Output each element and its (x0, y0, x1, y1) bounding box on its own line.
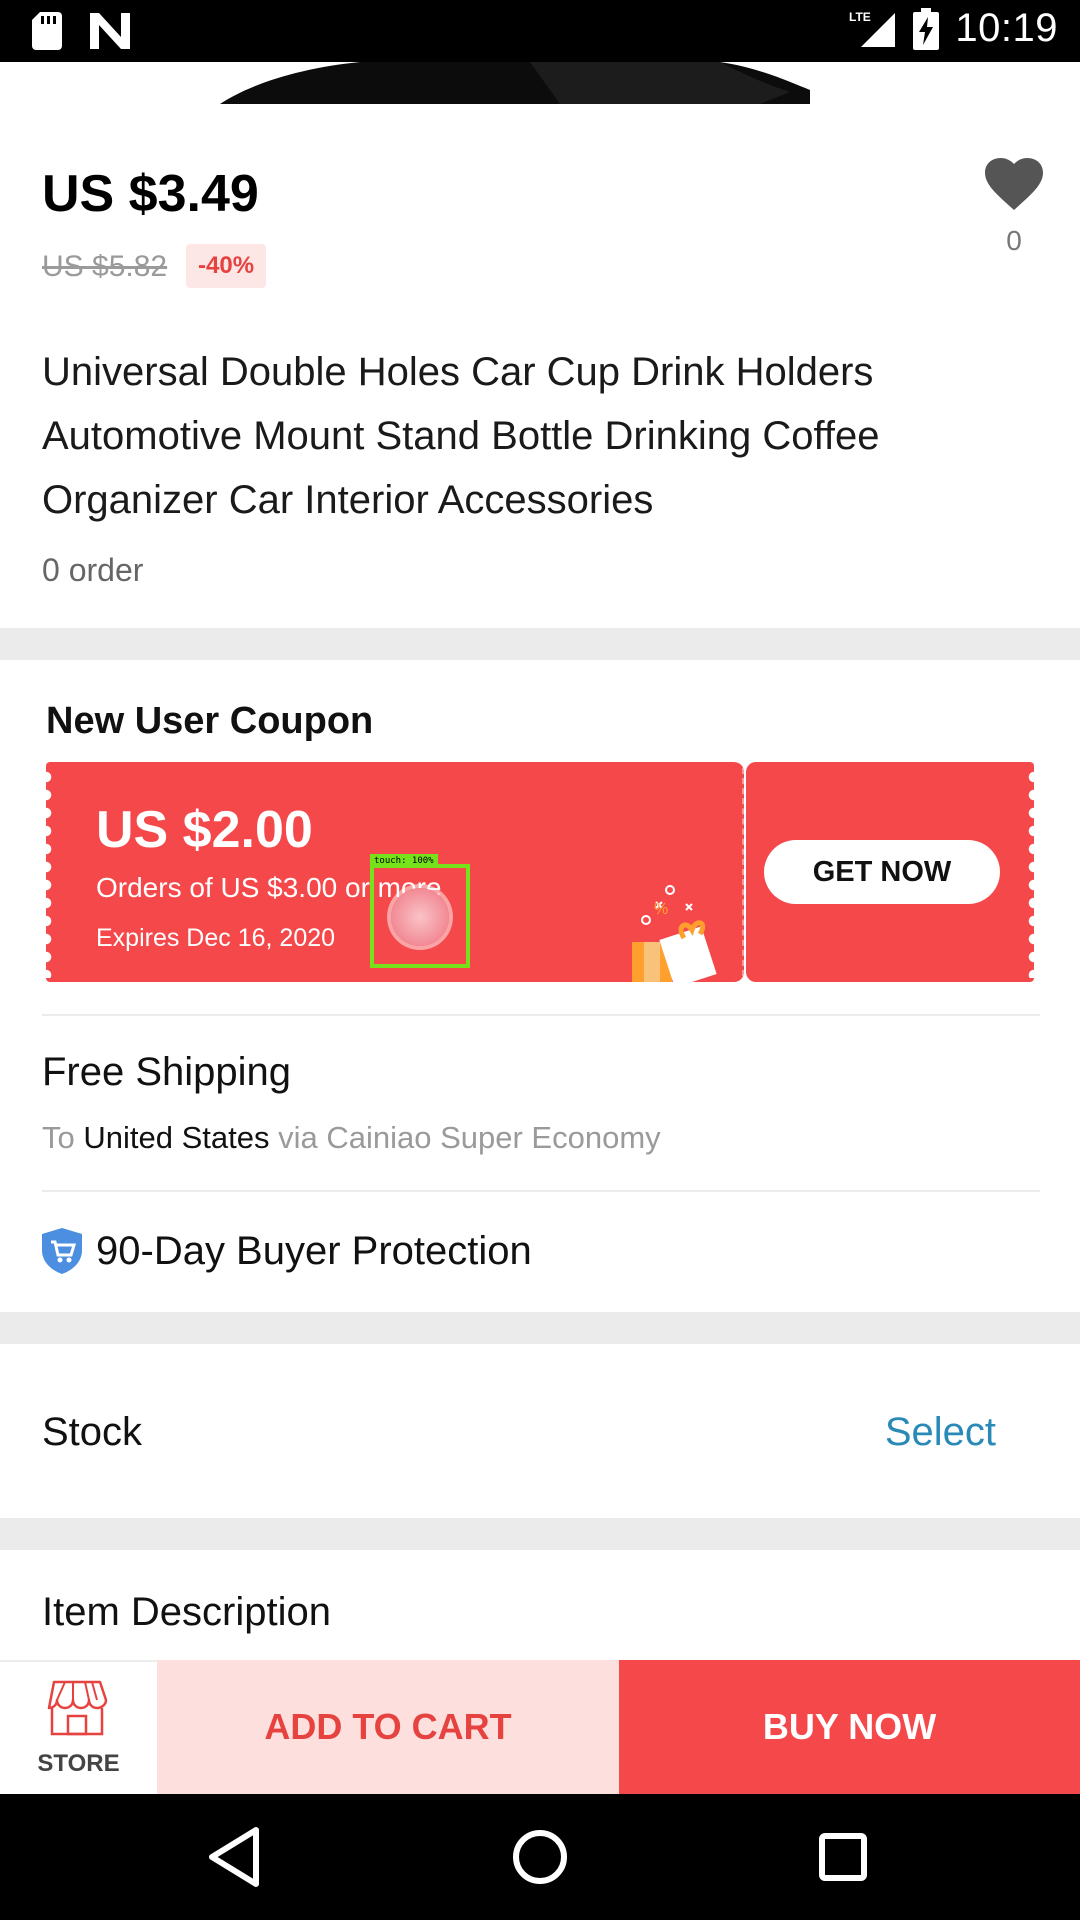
heart-icon (985, 158, 1043, 210)
notification-n-icon (90, 13, 130, 49)
divider (42, 1190, 1040, 1192)
svg-text:LTE: LTE (849, 10, 871, 24)
shipping-to: To (42, 1120, 75, 1155)
shipping-destination: United States (83, 1120, 270, 1155)
original-price: US $5.82 (42, 250, 168, 283)
coupon-section: New User Coupon US $2.00 Orders of US $3… (0, 660, 1080, 1312)
buyer-protection[interactable]: 90-Day Buyer Protection (42, 1228, 532, 1274)
coupon-heading: New User Coupon (46, 700, 374, 742)
add-to-cart-button[interactable]: ADD TO CART (157, 1660, 619, 1794)
bottom-action-bar: STORE ADD TO CART BUY NOW (0, 1660, 1080, 1794)
price-section: US $3.49 US $5.82 -40% 0 Universal Doubl… (0, 104, 1080, 628)
new-user-coupon[interactable]: US $2.00 Orders of US $3.00 or more Expi… (46, 762, 1042, 982)
get-now-button[interactable]: GET NOW (764, 840, 1000, 904)
order-count: 0 order (42, 552, 144, 588)
shield-cart-icon (42, 1228, 82, 1274)
stock-label: Stock (42, 1410, 143, 1454)
clock: 10:19 (955, 6, 1058, 50)
home-icon[interactable] (505, 1822, 575, 1892)
back-icon[interactable] (200, 1822, 270, 1892)
touch-point (391, 888, 449, 946)
shipping-title[interactable]: Free Shipping (42, 1050, 291, 1095)
store-button[interactable]: STORE (0, 1660, 157, 1794)
section-divider (0, 1312, 1080, 1344)
shipping-title-text: Free Shipping (42, 1050, 292, 1094)
sd-card-icon (32, 12, 62, 50)
coupon-separator (742, 768, 744, 976)
stock-select-link[interactable]: Select (885, 1410, 996, 1455)
coupon-perforation (46, 768, 54, 978)
divider (42, 1014, 1040, 1016)
discount-badge: -40% (186, 244, 267, 288)
section-divider (0, 1518, 1080, 1550)
navigation-bar (0, 1794, 1080, 1920)
battery-charging-icon (913, 7, 940, 50)
coupon-perforation (1026, 768, 1042, 978)
buyer-protection-label: 90-Day Buyer Protection (96, 1228, 532, 1273)
store-icon (47, 1680, 108, 1736)
current-price: US $3.49 (42, 165, 259, 223)
recent-apps-icon[interactable] (808, 1822, 878, 1892)
item-description-row[interactable]: Item Description (0, 1550, 1080, 1660)
item-description-label: Item Description (42, 1590, 331, 1634)
gift-icon: % (632, 885, 717, 982)
product-image-remnant[interactable] (0, 62, 1080, 104)
shipping-carrier: via Cainiao Super Economy (278, 1120, 661, 1155)
shipping-details[interactable]: To United States via Cainiao Super Econo… (42, 1120, 661, 1156)
wishlist-button[interactable]: 0 (984, 158, 1044, 257)
stock-row[interactable]: Stock Select (0, 1344, 1080, 1518)
product-title: Universal Double Holes Car Cup Drink Hol… (42, 350, 880, 522)
buy-now-button[interactable]: BUY NOW (619, 1660, 1080, 1794)
coupon-expiry: Expires Dec 16, 2020 (96, 924, 336, 952)
status-bar: LTE 10:19 (0, 0, 1080, 62)
svg-text:%: % (654, 901, 668, 918)
store-label: STORE (37, 1750, 120, 1777)
wishlist-count: 0 (1006, 225, 1022, 256)
lte-signal-icon: LTE (849, 10, 896, 47)
coupon-amount: US $2.00 (96, 801, 313, 859)
section-divider (0, 628, 1080, 660)
coupon-stub[interactable]: GET NOW (746, 762, 1042, 982)
